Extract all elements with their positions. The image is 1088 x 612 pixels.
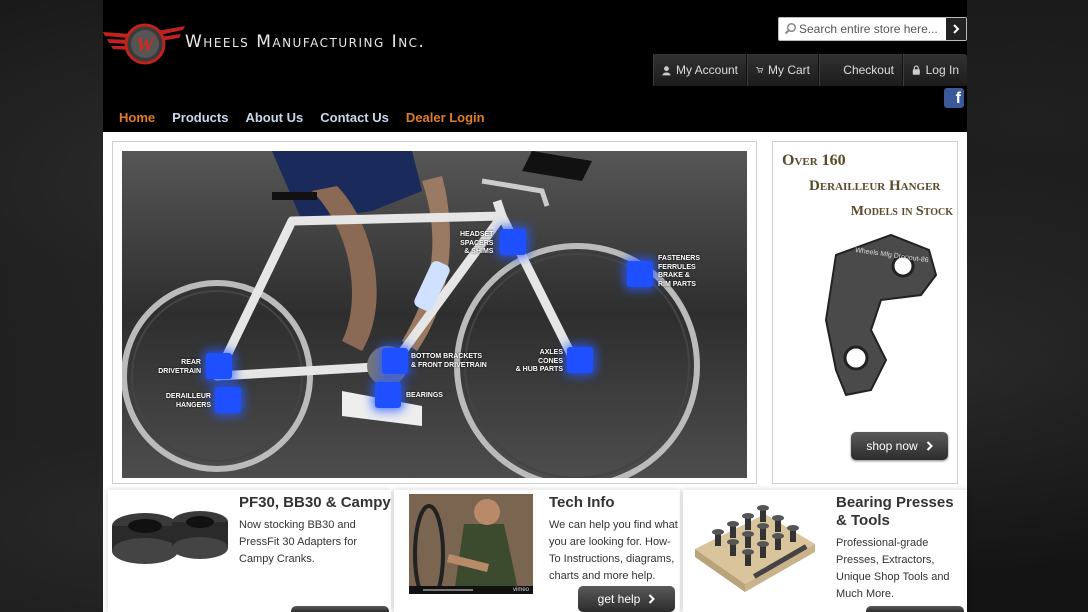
login-link[interactable]: Log In: [903, 54, 967, 86]
card-tech-info[interactable]: vimeo Tech Info We can help you find wha…: [394, 490, 680, 612]
my-account-link[interactable]: My Account: [653, 54, 747, 86]
card-bearing-presses-title: Bearing Presses & Tools: [836, 494, 954, 529]
shop-now-button[interactable]: shop now: [851, 432, 948, 460]
chevron-right-icon: [953, 24, 960, 34]
hotspot-bottom-brackets-label: BOTTOM BRACKETS & FRONT DRIVETRAIN: [411, 353, 487, 369]
nav-contact-us[interactable]: Contact Us: [320, 110, 389, 125]
main-nav: Home Products About Us Contact Us Dealer…: [119, 110, 485, 125]
my-cart-link[interactable]: My Cart: [747, 54, 819, 86]
card-bottom-brackets-button[interactable]: [291, 606, 389, 612]
hotspot-fasteners-marker: [627, 261, 653, 287]
hotspot-rear-drivetrain-label: REAR DRIVETRAIN: [158, 359, 201, 375]
card-bearing-presses-text: Professional-grade Presses, Extractors, …: [836, 537, 950, 600]
search-submit-button[interactable]: [946, 18, 966, 40]
checkout-link[interactable]: Checkout: [819, 54, 903, 86]
hotspot-headset-label: HEADSET SPACERS & SHIMS: [460, 231, 494, 255]
nav-home[interactable]: Home: [119, 110, 155, 125]
hotspot-bottom-brackets-marker: [382, 348, 408, 374]
card-bottom-brackets-text: Now stocking BB30 and PressFit 30 Adapte…: [239, 519, 357, 565]
nav-about-us[interactable]: About Us: [245, 110, 303, 125]
site-header: W Wheels Manufacturing Inc. Search entir…: [103, 0, 967, 132]
user-icon: [662, 65, 671, 75]
promo-line-3: Models in Stock: [850, 204, 953, 219]
chevron-right-icon: [926, 441, 933, 451]
main-content: HEADSET SPACERS & SHIMS FASTENERS FERRUL…: [103, 132, 967, 612]
account-bar: My Account My Cart Checkout Log In: [653, 54, 967, 86]
my-account-label: My Account: [675, 63, 738, 77]
promo-line-2: Derailleur Hanger: [809, 178, 941, 194]
bike-photo: HEADSET SPACERS & SHIMS FASTENERS FERRUL…: [122, 151, 747, 478]
nav-products[interactable]: Products: [172, 110, 228, 125]
lock-icon: [912, 65, 920, 75]
nav-dealer-login[interactable]: Dealer Login: [406, 110, 485, 125]
mechanic-video-image: [409, 494, 533, 594]
card-bearing-presses-button[interactable]: [866, 606, 964, 612]
card-bearing-presses[interactable]: Bearing Presses & Tools Professional-gra…: [683, 490, 967, 612]
get-help-label: get help: [597, 592, 641, 606]
bb30-adapters-image: [112, 511, 228, 564]
shop-now-label: shop now: [866, 439, 918, 453]
derailleur-hanger-image: Wheels Mfg Dropout-86: [824, 233, 938, 397]
search-input[interactable]: [799, 20, 947, 38]
hotspot-fasteners-label: FASTENERS FERRULES BRAKE & RIM PARTS: [658, 255, 701, 288]
cart-icon: [756, 67, 763, 73]
card-bottom-brackets[interactable]: PF30, BB30 & Campy Now stocking BB30 and…: [108, 490, 391, 612]
vimeo-logo: vimeo: [512, 587, 529, 593]
my-cart-label: My Cart: [768, 63, 810, 77]
bicycle-illustration: [122, 151, 747, 478]
hotspot-rear-drivetrain-marker: [206, 353, 232, 379]
get-help-button[interactable]: get help: [578, 586, 675, 612]
checkout-label: Checkout: [843, 63, 894, 77]
facebook-icon[interactable]: f: [944, 88, 964, 108]
logo-wordmark: Wheels Manufacturing Inc.: [185, 32, 426, 52]
hotspot-headset-marker: [500, 229, 526, 255]
hotspot-bearings-marker: [375, 382, 401, 408]
promo-derailleur-hangers[interactable]: Over 160 Derailleur Hanger Models in Sto…: [772, 141, 958, 484]
tech-video-thumbnail[interactable]: vimeo: [409, 494, 533, 594]
bearing-tools-image: [695, 505, 815, 592]
card-tech-info-text: We can help you find what you are lookin…: [549, 519, 678, 582]
search-icon: [784, 22, 797, 35]
login-label: Log In: [925, 63, 959, 77]
hotspot-derailleur-hangers-marker: [215, 387, 241, 413]
site-logo[interactable]: W Wheels Manufacturing Inc.: [103, 18, 523, 68]
hotspot-axles-label: AXLES CONES & HUB PARTS: [515, 349, 563, 373]
svg-text:W: W: [136, 34, 155, 56]
chevron-right-icon: [649, 594, 656, 604]
card-bottom-brackets-title: PF30, BB30 & Campy: [239, 494, 391, 511]
search-box: [778, 17, 967, 41]
hotspot-derailleur-hangers-label: DERAILLEUR HANGERS: [165, 393, 211, 409]
hero-banner: HEADSET SPACERS & SHIMS FASTENERS FERRUL…: [112, 141, 757, 484]
card-tech-info-title: Tech Info: [549, 494, 615, 511]
winged-wheel-logo-icon: W: [103, 23, 185, 65]
page-wrapper: W Wheels Manufacturing Inc. Search entir…: [103, 0, 967, 612]
hotspot-bearings-label: BEARINGS: [406, 392, 443, 399]
hotspot-axles-marker: [567, 347, 593, 373]
promo-line-1: Over 160: [782, 152, 846, 169]
facebook-letter: f: [955, 90, 961, 107]
